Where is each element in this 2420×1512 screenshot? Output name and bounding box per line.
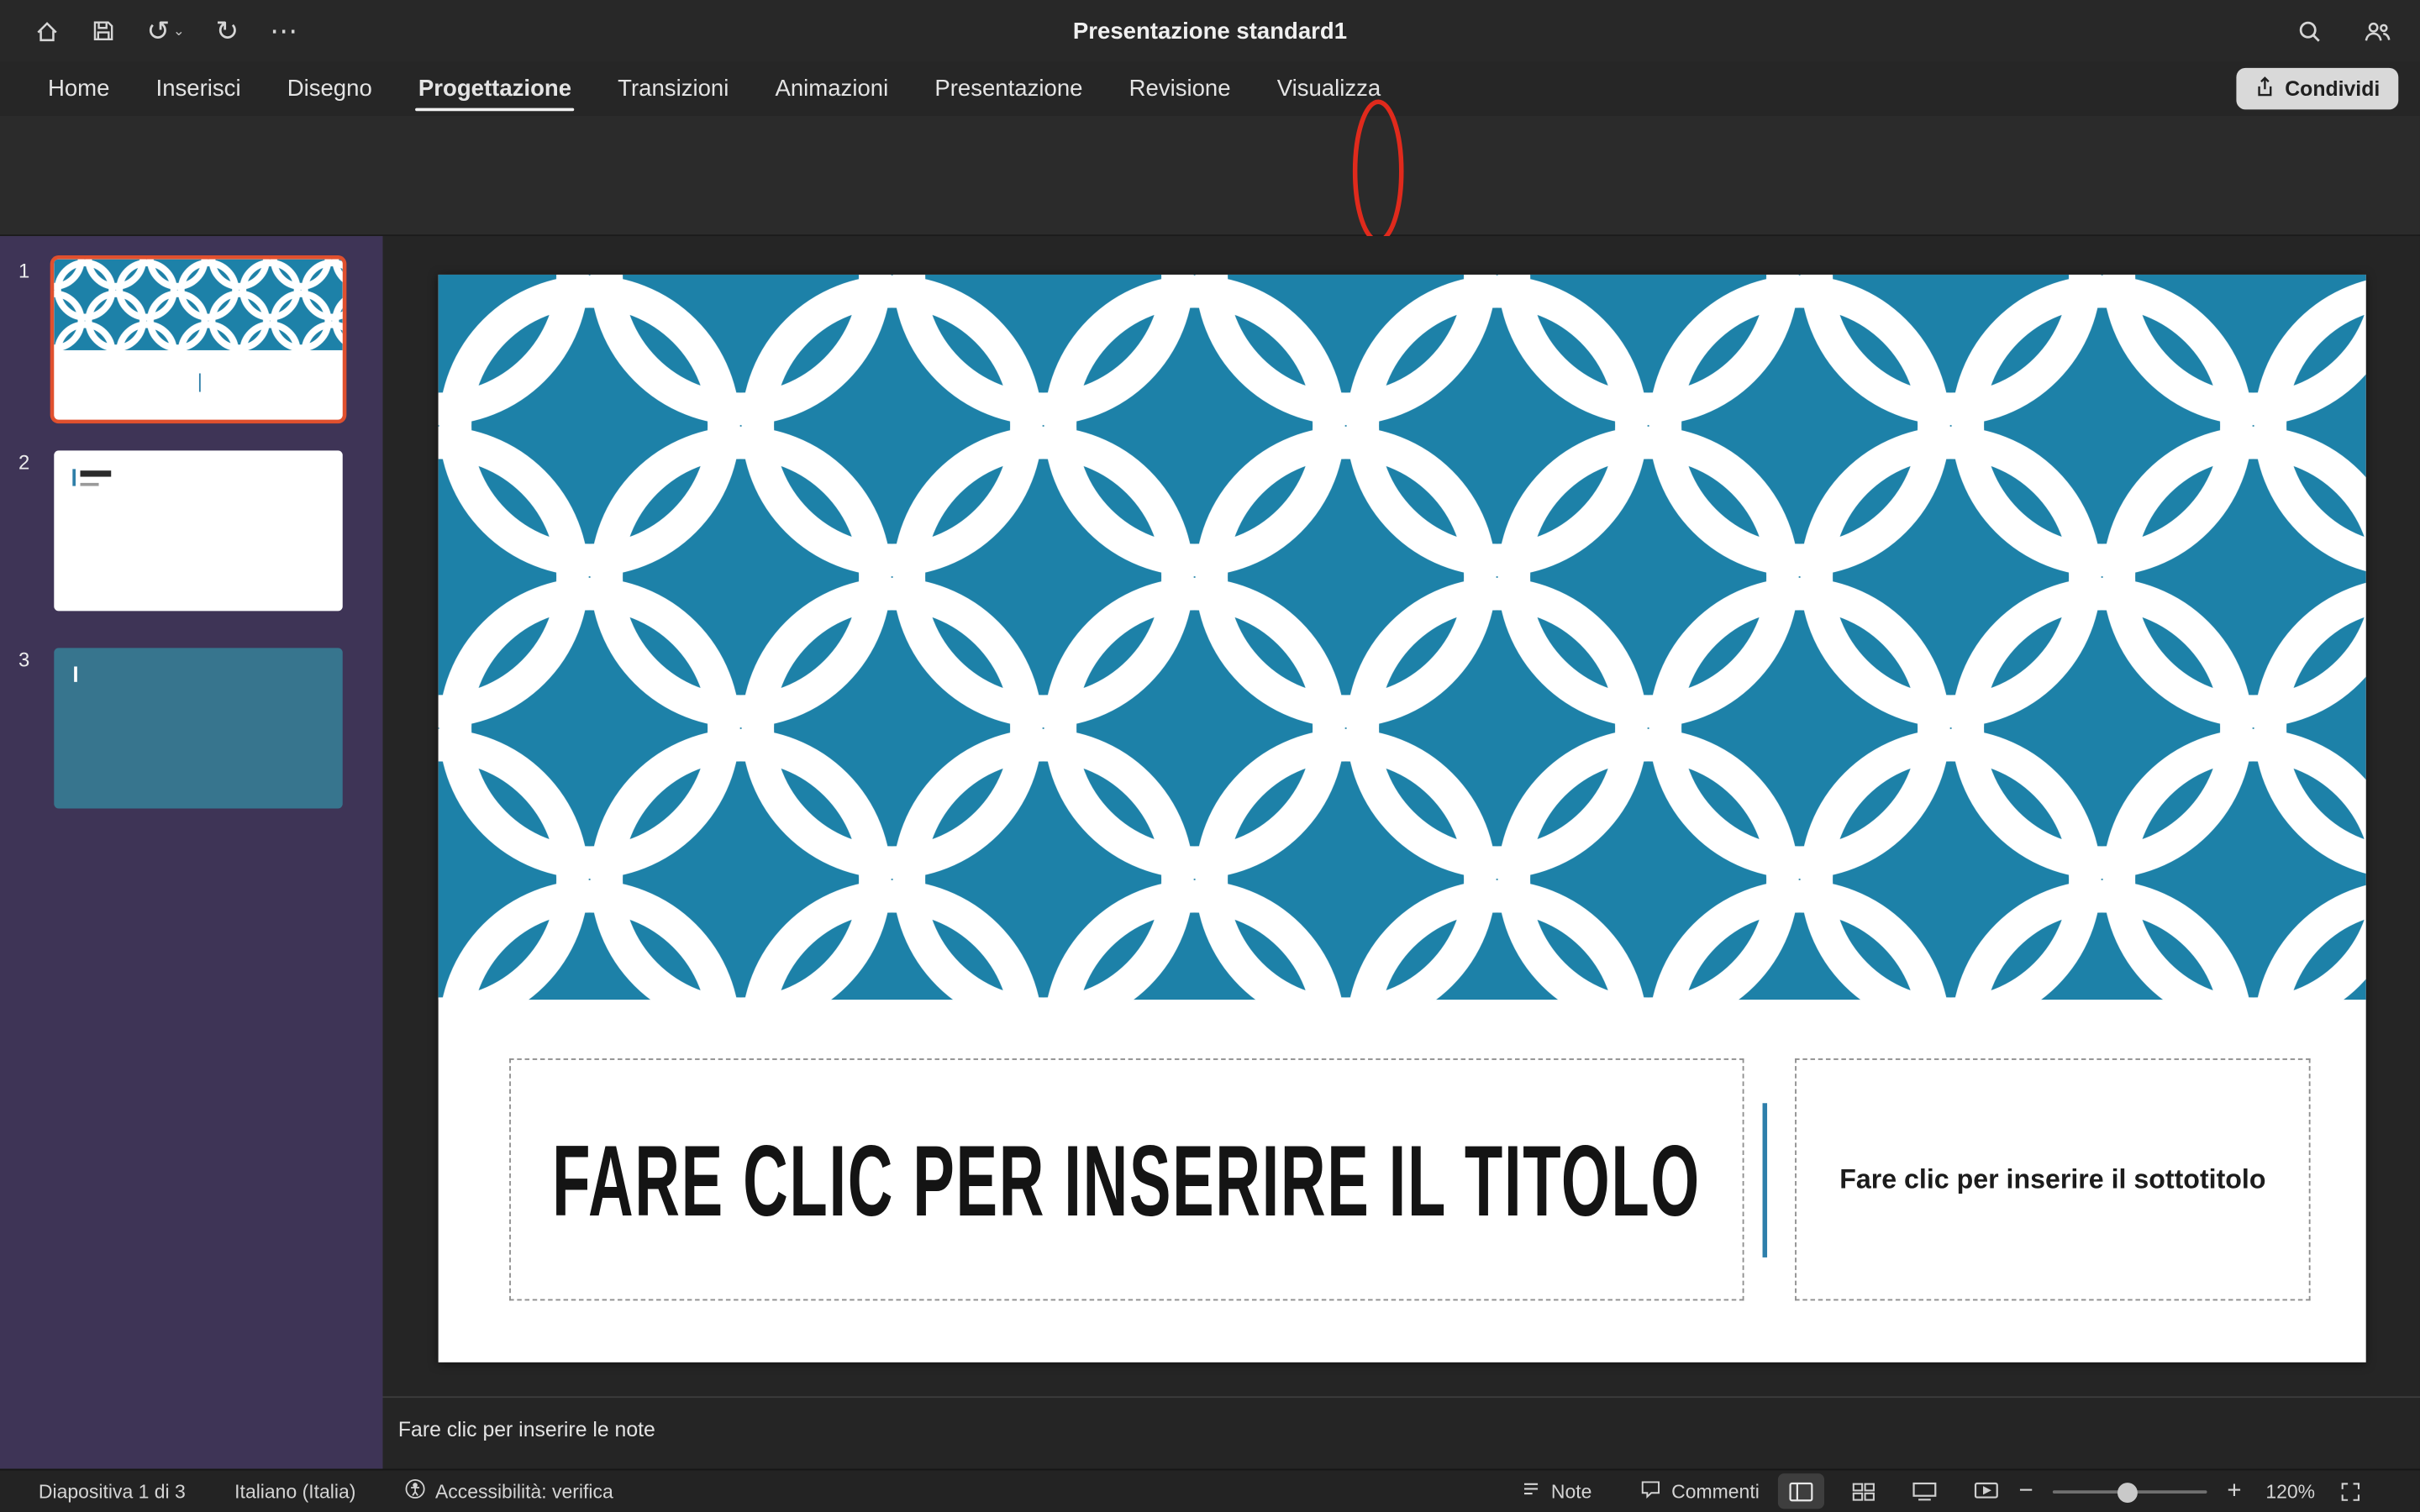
tab-animazioni[interactable]: Animazioni <box>752 61 912 115</box>
slide-1-pattern-graphic <box>54 260 342 350</box>
fit-window-icon <box>2339 1480 2361 1502</box>
document-title: Presentazione standard1 <box>0 0 2420 61</box>
zoom-in-button[interactable]: + <box>2227 1470 2241 1512</box>
slide-sorter-button[interactable] <box>1839 1473 1886 1509</box>
accessibility-icon <box>404 1478 426 1504</box>
slide-3-thumbnail[interactable] <box>54 648 342 808</box>
title-placeholder[interactable]: FARE CLIC PER INSERIRE IL TITOLO <box>509 1058 1744 1300</box>
tab-progettazione[interactable]: Progettazione <box>395 61 594 115</box>
mini-cursor <box>74 666 76 681</box>
tab-inserisci[interactable]: Inserisci <box>133 61 264 115</box>
slide-2-number: 2 <box>18 450 29 474</box>
slide-2-thumbnail[interactable] <box>54 450 342 611</box>
more-toolbar-icon[interactable]: ⋯ <box>270 17 297 45</box>
titlebar-right-icons <box>2296 0 2392 61</box>
slide-editor: FARE CLIC PER INSERIRE IL TITOLO Fare cl… <box>383 236 2420 1396</box>
slideshow-button[interactable] <box>1963 1473 2009 1509</box>
tab-visualizza[interactable]: Visualizza <box>1254 61 1404 115</box>
mini-title-text <box>81 470 112 476</box>
notes-toggle-label: Note <box>1551 1480 1592 1502</box>
normal-view-icon <box>1789 1480 1813 1502</box>
mini-body-text <box>81 483 99 486</box>
undo-dropdown-caret[interactable]: ⌄ <box>173 24 185 38</box>
share-icon <box>2254 76 2275 102</box>
comments-toggle[interactable]: Commenti <box>1639 1470 1760 1512</box>
comments-toggle-label: Commenti <box>1671 1480 1760 1502</box>
app-window: ↺⌄ ↻ ⋯ Presentazione standard1 Home Inse… <box>0 0 2420 1512</box>
text-cursor <box>198 373 201 391</box>
undo-icon[interactable]: ↺⌄ <box>146 17 184 45</box>
tab-disegno[interactable]: Disegno <box>264 61 395 115</box>
tab-presentazione[interactable]: Presentazione <box>912 61 1106 115</box>
slideshow-icon <box>1974 1480 1998 1502</box>
titlebar: ↺⌄ ↻ ⋯ Presentazione standard1 <box>0 0 2420 61</box>
slide-thumbnail-panel: 1 2 3 <box>0 236 383 1469</box>
reading-view-icon <box>1912 1480 1937 1502</box>
accessibility-label: Accessibilità: verifica <box>435 1480 613 1502</box>
accessibility-status[interactable]: Accessibilità: verifica <box>404 1470 613 1512</box>
ribbon-tab-bar: Home Inserisci Disegno Progettazione Tra… <box>0 61 2420 115</box>
share-button[interactable]: Condividi <box>2236 68 2399 110</box>
slide-sorter-icon <box>1851 1480 1875 1502</box>
powerpoint-window: ↺⌄ ↻ ⋯ Presentazione standard1 Home Inse… <box>0 0 2420 1512</box>
title-subtitle-divider-line <box>1763 1103 1768 1257</box>
slide-3-number: 3 <box>18 648 29 671</box>
subtitle-placeholder-text: Fare clic per inserire il sottotitolo <box>1839 1163 2265 1196</box>
language-indicator[interactable]: Italiano (Italia) <box>234 1470 355 1512</box>
redo-icon[interactable]: ↻ <box>215 17 239 45</box>
zoom-level[interactable]: 120% <box>2265 1470 2315 1512</box>
mini-cursor <box>72 469 75 486</box>
save-icon[interactable] <box>91 18 115 43</box>
home-icon[interactable] <box>34 18 60 44</box>
tab-home[interactable]: Home <box>24 61 133 115</box>
title-placeholder-text: FARE CLIC PER INSERIRE IL TITOLO <box>552 1121 1701 1239</box>
reading-view-button[interactable] <box>1902 1473 1948 1509</box>
normal-view-button[interactable] <box>1778 1473 1824 1509</box>
notes-pane[interactable]: Fare clic per inserire le note <box>383 1396 2420 1468</box>
fit-to-window-button[interactable] <box>2339 1470 2361 1512</box>
notes-toggle[interactable]: Note <box>1520 1470 1591 1512</box>
quick-access-toolbar: ↺⌄ ↻ ⋯ <box>34 0 297 61</box>
search-icon[interactable] <box>2296 18 2323 44</box>
status-bar: Diapositiva 1 di 3 Italiano (Italia) Acc… <box>0 1469 2420 1512</box>
slide-pattern-graphic <box>439 275 2366 1000</box>
notes-placeholder-text: Fare clic per inserire le note <box>398 1418 655 1441</box>
comments-icon <box>1639 1478 1663 1504</box>
zoom-slider-thumb[interactable] <box>2118 1482 2138 1502</box>
tab-transizioni[interactable]: Transizioni <box>595 61 752 115</box>
slide-1-thumbnail[interactable] <box>54 260 342 420</box>
subtitle-placeholder[interactable]: Fare clic per inserire il sottotitolo <box>1795 1058 2310 1300</box>
slide-1-number: 1 <box>18 260 29 283</box>
slide-canvas[interactable]: FARE CLIC PER INSERIRE IL TITOLO Fare cl… <box>439 275 2366 1362</box>
share-label: Condividi <box>2285 77 2380 101</box>
tab-revisione[interactable]: Revisione <box>1106 61 1254 115</box>
zoom-out-button[interactable]: − <box>2018 1470 2033 1512</box>
slide-indicator: Diapositiva 1 di 3 <box>39 1470 186 1512</box>
people-icon[interactable] <box>2363 18 2392 44</box>
design-ribbon: ‹ Aa Aa Aa Aa Aa Aa <box>0 116 2420 236</box>
notes-icon <box>1520 1478 1542 1504</box>
